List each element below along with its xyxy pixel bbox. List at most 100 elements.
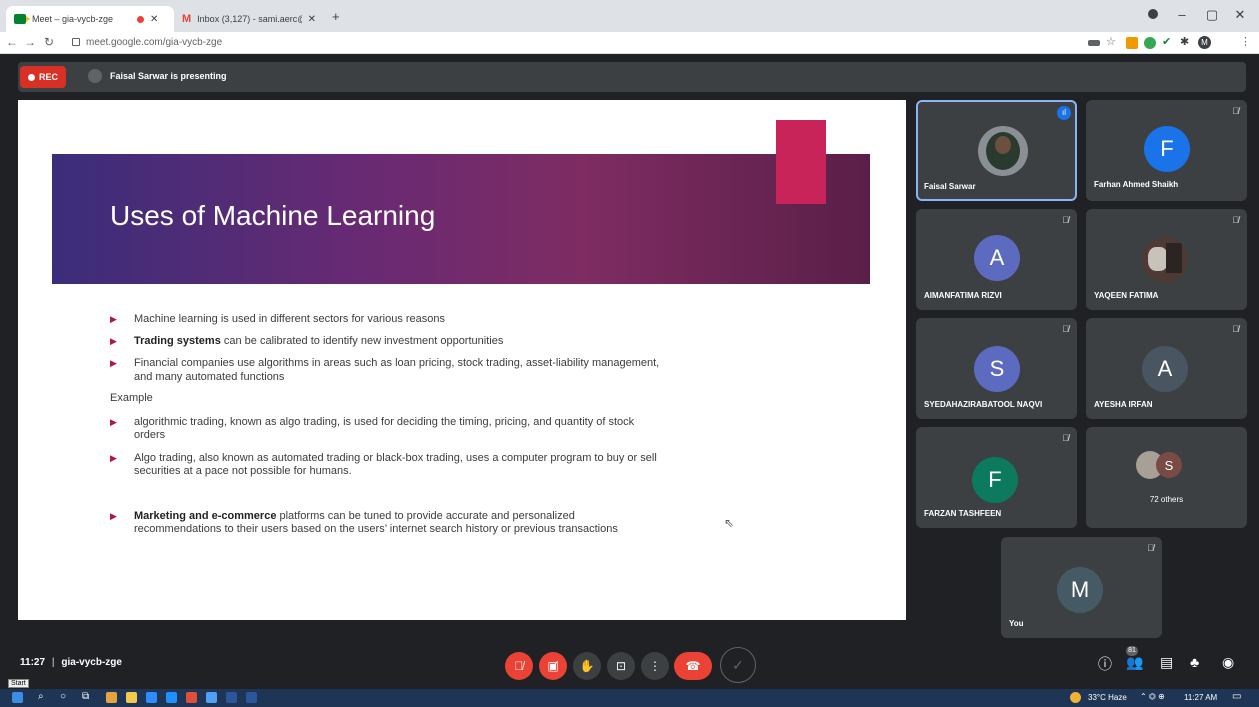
slide-bullet-text-cont: orders [134, 429, 166, 441]
participant-tile-farzan[interactable]: 🎙̸ F FARZAN TASHFEEN [916, 427, 1077, 528]
bullet-arrow-icon: ▶ [110, 417, 117, 427]
notifications-icon[interactable]: ▭ [1232, 691, 1241, 702]
recording-badge[interactable]: REC [20, 66, 66, 88]
participant-tile-farhan[interactable]: 🎙̸ F Farhan Ahmed Shaikh [1086, 100, 1247, 201]
hand-icon: ✋ [579, 659, 595, 673]
mic-off-icon: 🎙̸ [514, 659, 524, 673]
mic-toggle-button[interactable]: 🎙̸ [505, 652, 533, 680]
participant-tile-you[interactable]: 🎙̸ M You [1001, 537, 1162, 638]
weather-haze-icon[interactable] [1070, 692, 1081, 703]
others-count: 72 others [1149, 495, 1184, 504]
close-tab-icon[interactable]: ✕ [150, 14, 158, 25]
speaking-indicator-icon: ıl [1057, 106, 1071, 120]
meeting-details-button[interactable]: ⓘ [1098, 654, 1112, 674]
tray-icons[interactable]: ⌃ ⏣ ⊕ [1140, 692, 1165, 701]
presenter-avatar [88, 69, 102, 83]
phone-hangup-icon: ☎ [685, 659, 701, 673]
close-window-button[interactable]: ✕ [1230, 7, 1250, 23]
cortana-icon[interactable]: ○ [60, 691, 66, 702]
word-taskbar-icon[interactable] [226, 692, 237, 703]
slide-bullet: ▶ [110, 416, 117, 428]
participant-tile-aiman[interactable]: 🎙̸ A AIMANFATIMA RIZVI [916, 209, 1077, 310]
reload-icon[interactable]: ↻ [44, 35, 54, 49]
new-tab-button[interactable]: + [332, 9, 340, 24]
app-taskbar-icon[interactable] [186, 692, 197, 703]
taskbar-clock[interactable]: 11:27 AM [1184, 693, 1217, 702]
forward-icon[interactable]: → [24, 35, 36, 49]
extension-icon[interactable] [1144, 37, 1156, 49]
mic-off-icon: 🎙̸ [1147, 543, 1154, 553]
host-controls-button[interactable]: ◉ [1222, 654, 1234, 671]
chat-button[interactable]: ▤ [1160, 654, 1173, 671]
record-dot-icon [27, 73, 35, 81]
menu-dots-icon[interactable]: ⋮ [1240, 35, 1251, 48]
more-vert-icon: ⋮ [649, 659, 661, 673]
slide-bullet-text-cont: and many automated functions [134, 371, 285, 383]
participant-name: YAQEEN FATIMA [1094, 291, 1159, 300]
participant-avatar: S [1156, 452, 1182, 478]
camera-icon[interactable] [1088, 40, 1100, 46]
task-view-icon[interactable]: ⧉ [82, 691, 89, 702]
check-icon: ✓ [732, 656, 744, 673]
check-extension-icon[interactable]: ✔ [1162, 35, 1171, 48]
tab-gmail[interactable]: M Inbox (3,127) - sami.aerc@cloud ✕ [174, 6, 324, 32]
profile-avatar[interactable]: M [1198, 36, 1211, 49]
store-icon[interactable] [146, 692, 157, 703]
puzzle-icon[interactable]: ✱ [1180, 35, 1189, 48]
participant-name: Farhan Ahmed Shaikh [1094, 180, 1179, 189]
chrome-taskbar-icon[interactable] [106, 692, 117, 703]
mouse-cursor-icon: ⇖ [724, 516, 735, 530]
maximize-button[interactable]: ▢ [1202, 7, 1222, 23]
mail-icon[interactable] [166, 692, 177, 703]
participant-avatar: A [974, 235, 1020, 281]
slide-bullet: ▶ [110, 335, 117, 347]
file-explorer-icon[interactable] [126, 692, 137, 703]
tab-meet-title: Meet – gia-vycb-zge [32, 14, 114, 24]
participant-avatar: S [974, 346, 1020, 392]
bullet-arrow-icon: ▶ [110, 314, 117, 324]
present-screen-icon: ⊡ [615, 659, 627, 673]
slide-accent-tab [776, 120, 826, 204]
people-button[interactable]: 👥 [1126, 654, 1143, 671]
profile-dot-icon[interactable] [1148, 9, 1158, 19]
info-icon: ⓘ [1098, 656, 1112, 672]
bullet-arrow-icon: ▶ [110, 336, 117, 346]
example-label: Example [110, 392, 153, 404]
app-taskbar-icon[interactable] [206, 692, 217, 703]
mic-off-icon: 🎙̸ [1232, 215, 1239, 225]
more-options-button[interactable]: ⋮ [641, 652, 669, 680]
activities-button[interactable]: ✓ [720, 647, 756, 683]
word-taskbar-icon[interactable] [246, 692, 257, 703]
participant-photo [1142, 237, 1188, 283]
shapes-icon: ♣ [1190, 654, 1200, 670]
close-tab-icon[interactable]: ✕ [308, 14, 316, 25]
slide-bullet-text: Marketing and e-commerce platforms can b… [134, 510, 575, 522]
extension-icon[interactable] [1126, 37, 1138, 49]
raise-hand-button[interactable]: ✋ [573, 652, 601, 680]
tab-meet[interactable]: Meet – gia-vycb-zge ✕ [6, 6, 174, 32]
windows-start-icon[interactable] [12, 692, 23, 703]
camera-toggle-button[interactable]: ▣̸ [539, 652, 567, 680]
bullet-arrow-icon: ▶ [110, 453, 117, 463]
back-icon[interactable]: ← [6, 35, 18, 49]
participant-tile-ayesha[interactable]: 🎙̸ A AYESHA IRFAN [1086, 318, 1247, 419]
bookmark-star-icon[interactable]: ☆ [1106, 35, 1116, 48]
slide-bullet: ▶ [110, 357, 117, 369]
mic-off-icon: 🎙̸ [1062, 324, 1069, 334]
participant-tile-others[interactable]: S 72 others [1086, 427, 1247, 528]
url-input[interactable]: meet.google.com/gia-vycb-zge [86, 37, 222, 48]
participant-tile-syeda[interactable]: 🎙̸ S SYEDAHAZIRABATOOL NAQVI [916, 318, 1077, 419]
participant-tile-yaqeen[interactable]: 🎙̸ YAQEEN FATIMA [1086, 209, 1247, 310]
present-button[interactable]: ⊡ [607, 652, 635, 680]
mic-off-icon: 🎙̸ [1232, 324, 1239, 334]
slide-bullet-text-cont: recommendations to their users based on … [134, 523, 618, 535]
search-icon[interactable]: ⌕ [38, 691, 44, 702]
minimize-button[interactable]: – [1172, 7, 1192, 22]
lock-icon[interactable] [72, 38, 80, 46]
weather-status[interactable]: 33°C Haze [1088, 693, 1127, 702]
gmail-favicon-icon: M [182, 13, 192, 25]
leave-call-button[interactable]: ☎ [674, 652, 712, 680]
slide-bullet-text: Financial companies use algorithms in ar… [134, 357, 660, 369]
activities-shapes-button[interactable]: ♣ [1190, 654, 1199, 670]
participant-tile-faisal[interactable]: ıl Faisal Sarwar [916, 100, 1077, 201]
